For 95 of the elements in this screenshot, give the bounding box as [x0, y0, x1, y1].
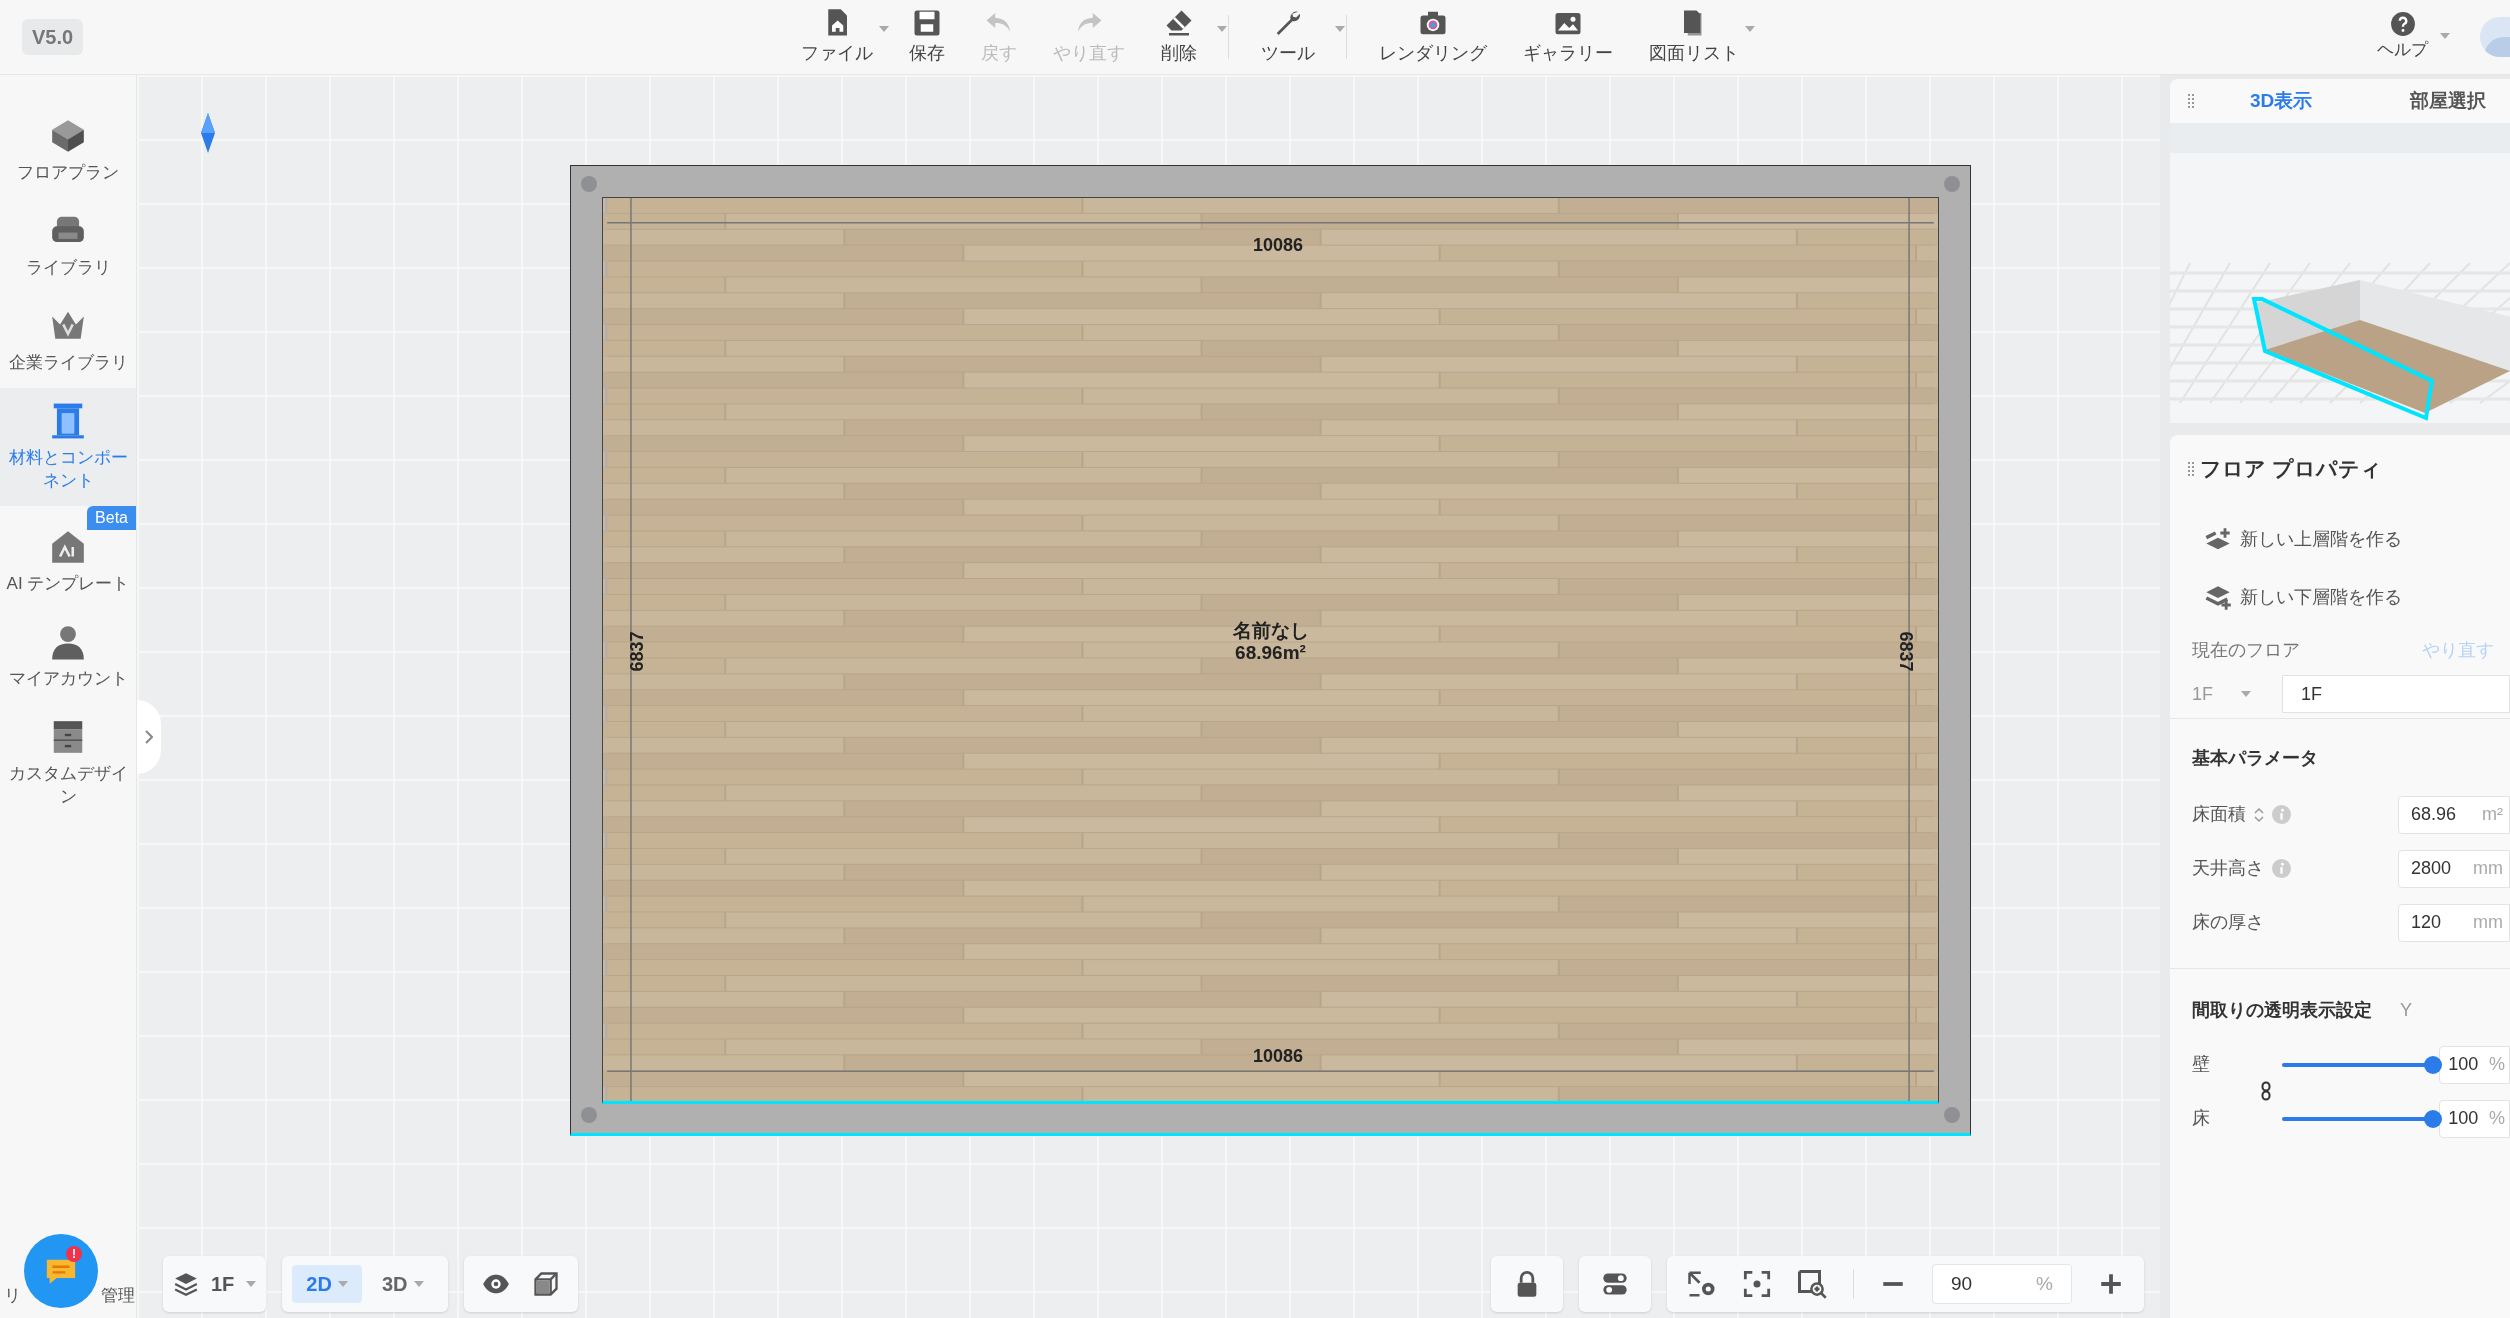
toolbar-button[interactable]: ツール	[1243, 0, 1348, 74]
zoom-unit: %	[2036, 1271, 2053, 1296]
panel-tab[interactable]: 部屋選択	[2410, 86, 2487, 116]
drag-handle-icon[interactable]	[2188, 93, 2194, 109]
zoom-value: 90	[1951, 1271, 1973, 1296]
field-value: 100	[2448, 1107, 2479, 1130]
floor-name-field[interactable]: 1F	[2282, 675, 2510, 713]
caret-icon	[1217, 26, 1228, 32]
sort-icon[interactable]	[2254, 806, 2264, 823]
toggle-label: Y	[2400, 998, 2412, 1022]
version-badge: V5.0	[22, 19, 84, 55]
cube-icon[interactable]	[531, 1270, 560, 1298]
number-field[interactable]: 100 %	[2439, 1099, 2510, 1138]
caret-icon	[1745, 26, 1756, 32]
panel-tab[interactable]: 3D表示	[2250, 86, 2313, 116]
beta-badge: Beta	[87, 506, 136, 530]
section-title: 間取りの透明表示設定	[2192, 998, 2372, 1022]
corner-handle[interactable]	[581, 176, 597, 192]
sidebar-item[interactable]: 企業ライブラリ	[0, 293, 136, 388]
unit-label: %	[2489, 1053, 2505, 1076]
cube-icon	[49, 117, 87, 155]
room-name: 名前なし	[1232, 620, 1309, 642]
room-area: 68.96m²	[1235, 642, 1306, 664]
caret-icon	[2440, 33, 2450, 40]
view-mode-tab[interactable]: 3D	[367, 1265, 438, 1303]
field-label: 天井高さ	[2192, 857, 2264, 880]
dimension-label: 6837	[1894, 631, 1917, 672]
section-title: 基本パラメータ	[2191, 746, 2319, 770]
caret-icon	[413, 1281, 424, 1287]
slider[interactable]	[2282, 1055, 2440, 1074]
field-label: 床の厚さ	[2192, 911, 2264, 934]
unit-label: %	[2489, 1107, 2505, 1130]
toolbar-button[interactable]: 保存	[891, 0, 964, 74]
chevron-right-icon	[145, 730, 153, 744]
field-value: 120	[2411, 911, 2442, 934]
sidebar-label: リ	[4, 1284, 21, 1307]
sidebar-item[interactable]: フロアプラン	[0, 103, 136, 198]
slider-thumb[interactable]	[2424, 1055, 2443, 1074]
field-label: 現在のフロア	[2192, 639, 2300, 662]
number-field[interactable]: 68.96 m²	[2398, 795, 2510, 834]
zoom-field[interactable]: 90 %	[1932, 1264, 2072, 1304]
sidebar-item[interactable]: マイアカウント	[0, 609, 136, 704]
link-icon[interactable]	[2261, 1080, 2271, 1101]
sidebar-item[interactable]: カスタムデザイン	[0, 704, 136, 822]
caret-icon	[2241, 691, 2251, 697]
dimension-label: 10086	[1253, 1045, 1304, 1068]
toolbar-button[interactable]: 削除	[1143, 0, 1230, 74]
compass-icon	[201, 113, 215, 153]
slider-label: 壁	[2192, 1053, 2211, 1076]
unit-label: m²	[2482, 803, 2503, 826]
caret-icon	[879, 26, 890, 32]
caret-icon	[1335, 26, 1346, 32]
chat-button[interactable]: !	[24, 1234, 98, 1308]
notification-badge: !	[66, 1246, 82, 1262]
corner-handle[interactable]	[1944, 176, 1960, 192]
panel-title: フロア プロパティ	[2200, 456, 2382, 482]
help-button[interactable]: ヘルプ	[2377, 11, 2450, 63]
sidebar-item[interactable]: 材料とコンポーネント	[0, 388, 136, 506]
help-icon	[2389, 11, 2416, 38]
field-value: 100	[2448, 1053, 2479, 1076]
view-settings-icon[interactable]	[1687, 1269, 1717, 1299]
field-value: 68.96	[2411, 803, 2457, 826]
door-icon	[49, 402, 87, 440]
unit-label: mm	[2473, 857, 2503, 880]
zoom-fit-icon[interactable]	[1797, 1269, 1827, 1299]
dimension-label: 6837	[625, 631, 648, 672]
corner-handle[interactable]	[581, 1107, 597, 1123]
caret-icon	[246, 1281, 257, 1287]
focus-icon[interactable]	[1743, 1270, 1771, 1298]
dimension-label: 10086	[1253, 234, 1304, 257]
unit-label: mm	[2473, 911, 2503, 934]
floor-selector[interactable]: 1F	[163, 1256, 267, 1312]
number-field[interactable]: 2800 mm	[2398, 849, 2510, 888]
toolbar-button[interactable]: レンダリング	[1361, 0, 1506, 74]
sidebar-item[interactable]: ライブラリ	[0, 198, 136, 293]
caret-icon	[337, 1281, 348, 1287]
sidebar-item[interactable]: Beta AI テンプレート	[0, 506, 136, 609]
floor-action-button[interactable]: 新しい下層階を作る	[2204, 568, 2510, 627]
toolbar-button[interactable]: 図面リスト	[1631, 0, 1758, 74]
toolbar-button[interactable]: ギャラリー	[1505, 0, 1632, 74]
number-field[interactable]: 100 %	[2439, 1045, 2510, 1084]
zoom-in-icon[interactable]	[2098, 1271, 2124, 1297]
field-label: 床面積	[2192, 803, 2246, 826]
sidebar-label: 管理	[101, 1284, 135, 1307]
drag-handle-icon[interactable]	[2188, 460, 2194, 477]
slider[interactable]	[2282, 1109, 2440, 1128]
toolbar-button[interactable]: ファイル	[783, 0, 892, 74]
corner-handle[interactable]	[1944, 1107, 1960, 1123]
number-field[interactable]: 120 mm	[2398, 903, 2510, 942]
layers-icon	[173, 1271, 199, 1297]
floor-action-button[interactable]: 新しい上層階を作る	[2204, 510, 2510, 569]
field-value: 2800	[2411, 857, 2452, 880]
slider-label: 床	[2192, 1107, 2211, 1130]
person-icon	[49, 623, 87, 661]
slider-thumb[interactable]	[2424, 1109, 2443, 1128]
